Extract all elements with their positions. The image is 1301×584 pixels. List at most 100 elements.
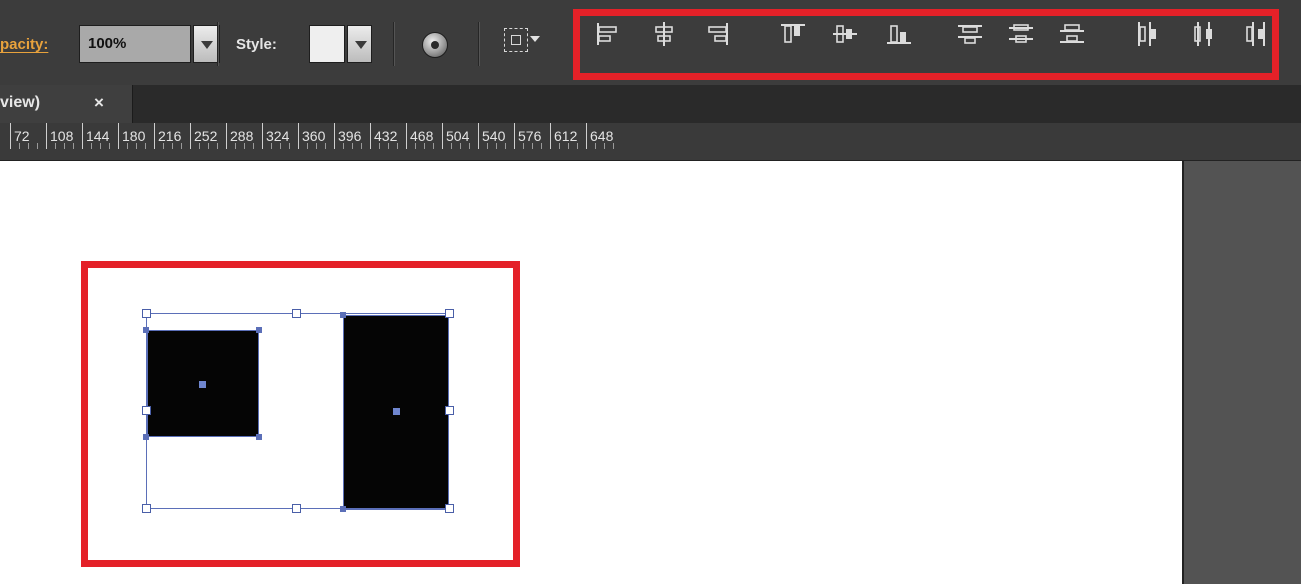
ruler-minor-tick [541,143,542,149]
ruler-minor-tick [379,143,380,149]
ruler-minor-tick [424,143,425,149]
ruler-tick: 108 [46,123,73,149]
ruler-minor-tick [127,143,128,149]
align-left-icon[interactable] [592,19,622,49]
ruler-minor-tick [388,143,389,149]
distribute-horizontal-center-icon[interactable] [1189,19,1219,49]
ruler-label: 468 [410,128,434,144]
opacity-label[interactable]: pacity: [0,36,48,53]
ruler-minor-tick [100,143,101,149]
align-vertical-center-icon[interactable] [830,19,860,49]
ruler-tick: 324 [262,123,289,149]
graphic-style-swatch[interactable] [309,25,345,63]
ruler-label: 324 [266,128,290,144]
chevron-down-icon [530,36,540,42]
ruler-label: 144 [86,128,110,144]
ruler-minor-tick [64,143,65,149]
ruler-minor-tick [568,143,569,149]
toolbar-divider [217,22,218,66]
ruler-tick: 288 [226,123,253,149]
control-bar: pacity: 100% Style: [0,0,1301,86]
ruler-label: 72 [14,128,30,144]
recolor-artwork-icon[interactable] [422,32,448,58]
ruler-minor-tick [577,143,578,149]
ruler-minor-tick [496,143,497,149]
document-tab-bar: view) × [0,85,1301,123]
ruler-tick: 360 [298,123,325,149]
ruler-minor-tick [55,143,56,149]
distribute-bottom-icon[interactable] [1057,19,1087,49]
ruler-tick: 144 [82,123,109,149]
ruler-label: 648 [590,128,614,144]
ruler-minor-tick [145,143,146,149]
isolate-group-icon [504,28,528,52]
ruler-tick: 576 [514,123,541,149]
ruler-minor-tick [604,143,605,149]
horizontal-ruler[interactable]: 72 108 144 180 216 252 288 324 360 396 432 468 504 54… [0,123,1301,161]
ruler-minor-tick [163,143,164,149]
isolate-group-button[interactable] [504,28,540,60]
ruler-label: 360 [302,128,326,144]
ruler-minor-tick [37,143,38,149]
pasteboard [1182,161,1301,584]
style-dropdown-button[interactable] [347,25,372,63]
align-horizontal-center-icon[interactable] [649,19,679,49]
ruler-minor-tick [460,143,461,149]
distribute-vertical-center-icon[interactable] [1006,19,1036,49]
ruler-minor-tick [595,143,596,149]
distribute-left-icon[interactable] [1132,19,1162,49]
ruler-minor-tick [253,143,254,149]
ruler-tick: 252 [190,123,217,149]
ruler-tick: 504 [442,123,469,149]
ruler-minor-tick [433,143,434,149]
toolbar-divider [478,22,479,66]
distribute-right-icon[interactable] [1241,19,1271,49]
selection-highlight-frame [81,261,520,567]
ruler-label: 180 [122,128,146,144]
ruler-tick: 612 [550,123,577,149]
ruler-minor-tick [280,143,281,149]
ruler-tick: 216 [154,123,181,149]
ruler-minor-tick [208,143,209,149]
ruler-minor-tick [325,143,326,149]
ruler-label: 504 [446,128,470,144]
ruler-label: 432 [374,128,398,144]
ruler-tick: 648 [586,123,613,149]
ruler-tick: 72 [10,123,30,149]
ruler-minor-tick [91,143,92,149]
document-tab-title: view) [0,94,41,111]
ruler-minor-tick [73,143,74,149]
ruler-minor-tick [613,143,614,149]
close-icon[interactable]: × [94,93,104,113]
distribute-top-icon[interactable] [955,19,985,49]
ruler-minor-tick [235,143,236,149]
illustrator-window: pacity: 100% Style: view) × 72 108 144 1… [0,0,1301,584]
align-top-icon[interactable] [778,19,808,49]
ruler-minor-tick [316,143,317,149]
ruler-minor-tick [271,143,272,149]
ruler-minor-tick [523,143,524,149]
ruler-minor-tick [289,143,290,149]
ruler-minor-tick [451,143,452,149]
ruler-label: 576 [518,128,542,144]
opacity-input[interactable]: 100% [79,25,191,63]
ruler-minor-tick [352,143,353,149]
document-tab[interactable]: view) × [0,85,133,123]
toolbar-divider [393,22,394,66]
ruler-minor-tick [505,143,506,149]
opacity-dropdown-button[interactable] [193,25,220,63]
ruler-label: 216 [158,128,182,144]
ruler-minor-tick [397,143,398,149]
align-right-icon[interactable] [703,19,733,49]
ruler-minor-tick [307,143,308,149]
ruler-minor-tick [136,143,137,149]
ruler-minor-tick [172,143,173,149]
ruler-label: 540 [482,128,506,144]
ruler-minor-tick [109,143,110,149]
ruler-minor-tick [343,143,344,149]
ruler-label: 108 [50,128,74,144]
align-bottom-icon[interactable] [884,19,914,49]
ruler-minor-tick [415,143,416,149]
ruler-tick: 396 [334,123,361,149]
ruler-minor-tick [28,143,29,149]
